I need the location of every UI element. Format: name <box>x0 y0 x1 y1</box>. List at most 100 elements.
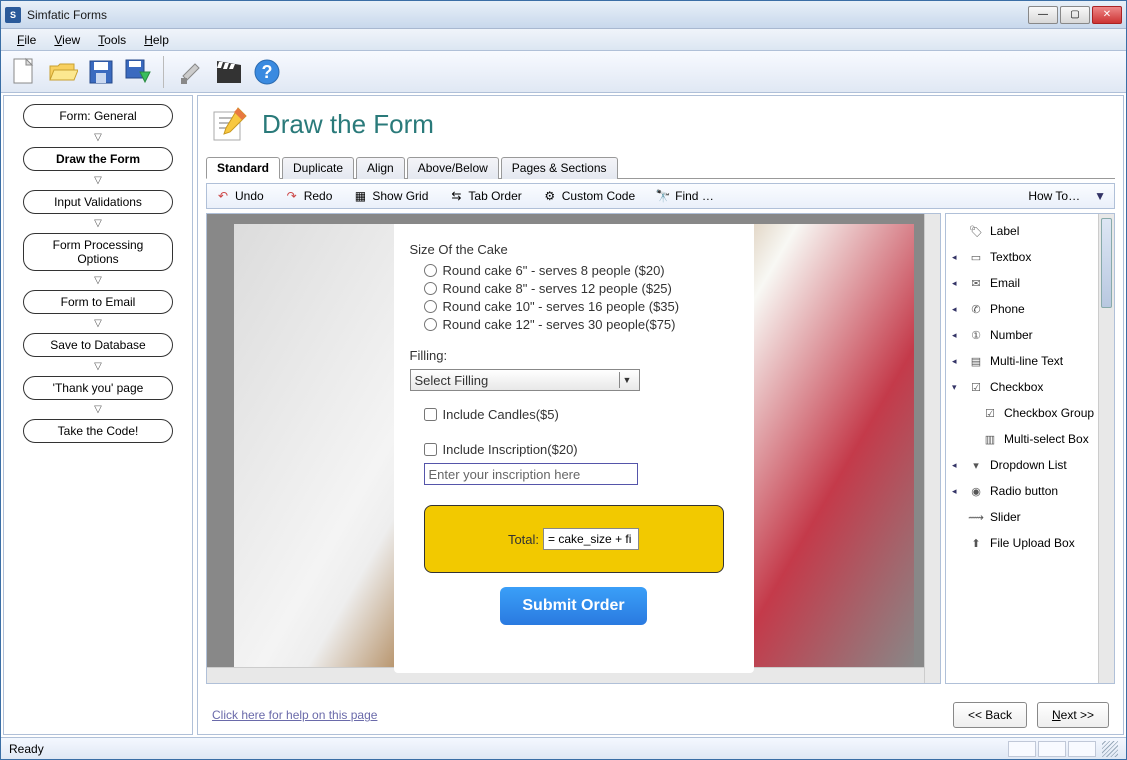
step-form-general[interactable]: Form: General <box>23 104 173 128</box>
cake-size-label: Round cake 8" - serves 12 people ($25) <box>443 281 672 296</box>
back-button[interactable]: << Back <box>953 702 1027 728</box>
widget-textbox[interactable]: ◂▭Textbox <box>948 244 1112 270</box>
help-icon[interactable]: ? <box>249 54 285 90</box>
form-preview[interactable]: Size Of the Cake Round cake 6" - serves … <box>394 224 754 673</box>
open-icon[interactable] <box>45 54 81 90</box>
save-as-icon[interactable] <box>121 54 157 90</box>
widget-checkbox[interactable]: ▾☑Checkbox <box>948 374 1112 400</box>
cake-size-radio[interactable] <box>424 264 437 277</box>
tabs: StandardDuplicateAlignAbove/BelowPages &… <box>206 156 1115 179</box>
widget-label: Checkbox Group <box>1004 406 1094 420</box>
canvas-scrollbar-vertical[interactable] <box>924 214 940 683</box>
save-icon[interactable] <box>83 54 119 90</box>
tab-order-icon: ⇆ <box>448 188 464 204</box>
main-toolbar: ? <box>1 51 1126 93</box>
step-arrow-icon: ▽ <box>94 175 102 186</box>
widget-label: Textbox <box>990 250 1031 264</box>
number-icon: ① <box>968 327 984 343</box>
total-field[interactable] <box>543 528 639 550</box>
widget-email[interactable]: ◂✉Email <box>948 270 1112 296</box>
status-cell <box>1038 741 1066 757</box>
step-form-processing-options[interactable]: Form Processing Options <box>23 233 173 271</box>
draw-form-icon <box>210 104 250 144</box>
submit-order-button[interactable]: Submit Order <box>500 587 646 625</box>
inscription-input[interactable]: Enter your inscription here <box>424 463 638 485</box>
widget-slider[interactable]: ⟿Slider <box>948 504 1112 530</box>
step-arrow-icon: ▽ <box>94 275 102 286</box>
widget-radio-button[interactable]: ◂◉Radio button <box>948 478 1112 504</box>
maximize-button[interactable]: ▢ <box>1060 6 1090 24</box>
help-link[interactable]: Click here for help on this page <box>212 708 377 722</box>
close-button[interactable]: ✕ <box>1092 6 1122 24</box>
clapper-icon[interactable] <box>211 54 247 90</box>
cake-size-option[interactable]: Round cake 12" - serves 30 people($75) <box>424 317 738 332</box>
cake-size-option[interactable]: Round cake 6" - serves 8 people ($20) <box>424 263 738 278</box>
widget-label: File Upload Box <box>990 536 1075 550</box>
step-arrow-icon: ▽ <box>94 361 102 372</box>
multi-line-text-icon: ▤ <box>968 353 984 369</box>
how-to-dropdown[interactable]: How To… ▼ <box>1028 189 1106 203</box>
expand-icon: ▾ <box>952 382 962 393</box>
widget-multi-select-box[interactable]: ▥Multi-select Box <box>948 426 1112 452</box>
menu-file[interactable]: File <box>9 31 44 49</box>
undo-button[interactable]: ↶Undo <box>215 188 264 204</box>
widget-scrollbar[interactable] <box>1098 214 1114 683</box>
slider-icon: ⟿ <box>968 509 984 525</box>
menu-view[interactable]: View <box>46 31 88 49</box>
window-title: Simfatic Forms <box>27 8 1028 22</box>
menu-help[interactable]: Help <box>136 31 177 49</box>
new-icon[interactable] <box>7 54 43 90</box>
minimize-button[interactable]: — <box>1028 6 1058 24</box>
cake-size-radio[interactable] <box>424 318 437 331</box>
tab-pages-sections[interactable]: Pages & Sections <box>501 157 618 179</box>
expand-icon: ◂ <box>952 330 962 341</box>
tab-standard[interactable]: Standard <box>206 157 280 179</box>
widget-label: Radio button <box>990 484 1058 498</box>
settings-icon[interactable] <box>173 54 209 90</box>
next-button[interactable]: Next >> <box>1037 702 1109 728</box>
editor-toolbar: ↶Undo ↷Redo ▦Show Grid ⇆Tab Order ⚙Custo… <box>206 183 1115 209</box>
cake-size-radio[interactable] <box>424 282 437 295</box>
widget-file-upload-box[interactable]: ⬆File Upload Box <box>948 530 1112 556</box>
textbox-icon: ▭ <box>968 249 984 265</box>
inscription-checkbox[interactable] <box>424 443 437 456</box>
tab-duplicate[interactable]: Duplicate <box>282 157 354 179</box>
find-button[interactable]: 🔭Find … <box>655 188 714 204</box>
cake-size-radio[interactable] <box>424 300 437 313</box>
step-input-validations[interactable]: Input Validations <box>23 190 173 214</box>
phone-icon: ✆ <box>968 301 984 317</box>
undo-icon: ↶ <box>215 188 231 204</box>
step-save-to-database[interactable]: Save to Database <box>23 333 173 357</box>
widget-label: Phone <box>990 302 1025 316</box>
chevron-down-icon: ▼ <box>1094 189 1106 203</box>
tab-align[interactable]: Align <box>356 157 405 179</box>
cake-size-option[interactable]: Round cake 10" - serves 16 people ($35) <box>424 299 738 314</box>
widget-label: Label <box>990 224 1019 238</box>
step-form-to-email[interactable]: Form to Email <box>23 290 173 314</box>
step--thank-you-page[interactable]: 'Thank you' page <box>23 376 173 400</box>
custom-code-button[interactable]: ⚙Custom Code <box>542 188 635 204</box>
tab-order-button[interactable]: ⇆Tab Order <box>448 188 521 204</box>
menubar: File View Tools Help <box>1 29 1126 51</box>
statusbar: Ready <box>1 737 1126 759</box>
expand-icon: ◂ <box>952 486 962 497</box>
widget-multi-line-text[interactable]: ◂▤Multi-line Text <box>948 348 1112 374</box>
candles-checkbox[interactable] <box>424 408 437 421</box>
step-arrow-icon: ▽ <box>94 318 102 329</box>
widget-phone[interactable]: ◂✆Phone <box>948 296 1112 322</box>
widget-dropdown-list[interactable]: ◂▾Dropdown List <box>948 452 1112 478</box>
step-draw-the-form[interactable]: Draw the Form <box>23 147 173 171</box>
cake-size-option[interactable]: Round cake 8" - serves 12 people ($25) <box>424 281 738 296</box>
cake-size-label: Round cake 12" - serves 30 people($75) <box>443 317 676 332</box>
show-grid-button[interactable]: ▦Show Grid <box>352 188 428 204</box>
canvas[interactable]: Size Of the Cake Round cake 6" - serves … <box>206 213 941 684</box>
widget-number[interactable]: ◂①Number <box>948 322 1112 348</box>
redo-button[interactable]: ↷Redo <box>284 188 333 204</box>
tab-above-below[interactable]: Above/Below <box>407 157 499 179</box>
filling-select[interactable]: Select Filling ▼ <box>410 369 640 391</box>
widget-checkbox-group[interactable]: ☑Checkbox Group <box>948 400 1112 426</box>
menu-tools[interactable]: Tools <box>90 31 134 49</box>
step-take-the-code-[interactable]: Take the Code! <box>23 419 173 443</box>
resize-grip[interactable] <box>1102 741 1118 757</box>
widget-label[interactable]: 🏷Label <box>948 218 1112 244</box>
